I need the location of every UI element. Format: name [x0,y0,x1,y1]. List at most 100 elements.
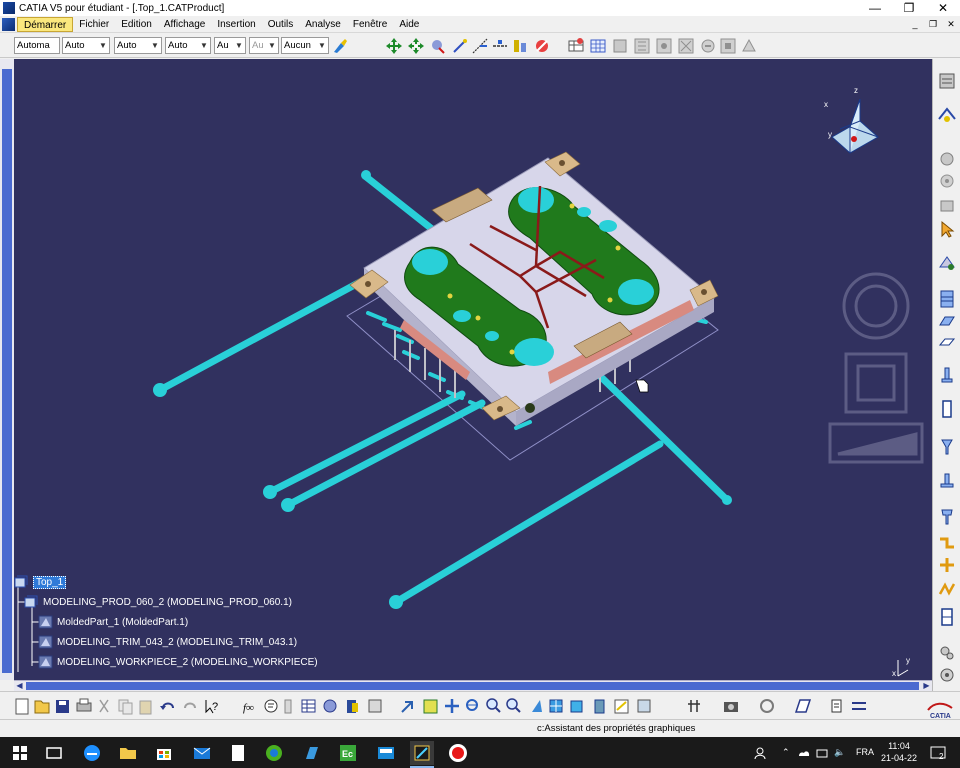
normal-view-icon[interactable] [471,37,489,55]
language-indicator[interactable]: FRA [856,737,874,768]
component-icon[interactable] [937,149,957,169]
cut-icon[interactable] [99,699,109,713]
horizontal-scrollbar[interactable]: ◀ ▶ [14,680,932,691]
setup-icon[interactable] [937,665,957,685]
render-icon[interactable] [688,700,700,712]
menu-fichier[interactable]: Fichier [73,17,115,32]
tree-item-modeling-trim[interactable]: MODELING_TRIM_043_2 (MODELING_TRIM_043.1… [38,634,297,650]
scroll-left-arrow-icon[interactable]: ◀ [14,681,25,690]
vertical-scrollbar[interactable] [0,59,14,680]
tree-item-label[interactable]: MODELING_PROD_060_2 (MODELING_PROD_060.1… [43,597,292,608]
compass-icon[interactable]: x y z [814,85,894,165]
windows-start-icon[interactable] [8,741,32,765]
normal-view-icon[interactable] [532,700,542,712]
show-hidden-icons-chevron-icon[interactable]: ⌃ [782,737,790,768]
volume-icon[interactable]: 🔈 [834,737,845,768]
new-icon[interactable] [15,698,29,715]
paintbrush-icon[interactable] [331,37,349,55]
cloud-icon[interactable] [796,741,812,765]
macro-icon[interactable] [794,699,812,713]
menu-demarrer[interactable]: Démarrer [17,16,74,32]
record-app-icon[interactable] [446,741,470,765]
doc-close-button[interactable]: ✕ [942,19,960,30]
menu-affichage[interactable]: Affichage [158,17,212,32]
runner-icon[interactable] [937,533,957,553]
scroll-right-arrow-icon[interactable]: ▶ [921,681,932,690]
table-icon[interactable] [567,37,585,55]
dimensions-icon[interactable] [633,37,651,55]
close-button[interactable]: ✕ [926,0,960,16]
zoom-out-icon[interactable] [506,698,521,713]
browser-icon[interactable] [262,741,286,765]
whats-this-icon[interactable]: ? [205,700,218,714]
perspective-icon[interactable] [637,699,651,713]
plate-icon[interactable] [937,289,957,309]
redo-icon[interactable] [184,702,196,709]
rotate-icon[interactable] [445,699,459,713]
table-icon[interactable] [301,699,316,713]
shading-icon[interactable] [570,700,583,713]
split-icon[interactable] [937,607,957,627]
tree-root-label[interactable]: Top_1 [33,575,67,589]
zoom-in-icon[interactable] [466,699,478,711]
menu-analyse[interactable]: Analyse [299,17,347,32]
refresh-icon[interactable] [760,699,774,713]
line-thickness-combo[interactable]: Auto ▼ [114,37,162,54]
document-app-icon[interactable] [226,741,250,765]
save-icon[interactable] [56,700,69,713]
capture-icon[interactable] [724,702,738,712]
menu-edition[interactable]: Edition [115,17,158,32]
fit-all-icon[interactable] [401,701,413,713]
fly-icon[interactable] [429,37,447,55]
swap-icon[interactable] [614,699,629,714]
calculator-app-icon[interactable] [374,741,398,765]
print-icon[interactable] [76,698,92,712]
generate-icon[interactable] [677,37,695,55]
tree-item-label[interactable]: MoldedPart_1 (MoldedPart.1) [57,617,188,628]
render-style-combo[interactable]: Au ▼ [249,37,279,54]
transparency-combo[interactable]: Auto ▼ [62,37,110,54]
magnet-icon[interactable] [451,37,469,55]
settings-icon[interactable] [655,37,673,55]
tree-root[interactable]: Top_1 [14,574,67,590]
excel-app-icon[interactable]: Ec [336,741,360,765]
gate-icon[interactable] [937,555,957,575]
iso-view-icon[interactable] [549,699,563,713]
vertical-scrollbar-thumb[interactable] [2,69,12,673]
file-explorer-icon[interactable] [116,741,140,765]
gear-icon[interactable] [937,171,957,191]
mold-tooling-icon[interactable] [937,105,957,125]
undo-icon[interactable] [160,702,174,711]
manipulation-icon[interactable] [740,37,758,55]
network-icon[interactable] [814,741,830,765]
snap-icon[interactable] [368,699,382,713]
ejector-pin-icon[interactable] [937,365,957,385]
tree-item-label[interactable]: MODELING_TRIM_043_2 (MODELING_TRIM_043.1… [57,637,297,648]
pan-icon[interactable] [385,37,403,55]
tree-item-molded-part[interactable]: MoldedPart_1 (MoldedPart.1) [38,614,188,630]
sprue-icon[interactable] [937,437,957,457]
mail-icon[interactable] [190,741,214,765]
horizontal-scrollbar-thumb[interactable] [26,682,919,690]
locating-ring-icon[interactable] [937,471,957,491]
hide-show-icon[interactable] [594,699,605,714]
measure-icon[interactable] [284,699,292,714]
snap-icon[interactable] [491,37,509,55]
notification-center-icon[interactable] [928,741,948,765]
layer-combo[interactable]: Aucun ▼ [281,37,329,54]
restore-button[interactable]: ❐ [892,0,926,16]
bushing-icon[interactable] [937,507,957,527]
grid-icon[interactable] [589,37,607,55]
minimize-button[interactable]: — [858,0,892,16]
constraint-icon[interactable] [611,37,629,55]
taskbar-clock[interactable]: 11:04 21-04-22 [874,740,924,764]
store-icon[interactable] [152,741,176,765]
mold-base-icon[interactable] [937,195,957,215]
component-icon[interactable] [323,699,337,713]
slider-icon[interactable] [937,333,957,353]
catalog-icon[interactable] [533,37,551,55]
rotate-icon[interactable] [407,37,425,55]
line-type-combo[interactable]: Auto ▼ [165,37,211,54]
color-combo[interactable]: Automa [14,37,60,54]
people-icon[interactable] [752,741,768,765]
